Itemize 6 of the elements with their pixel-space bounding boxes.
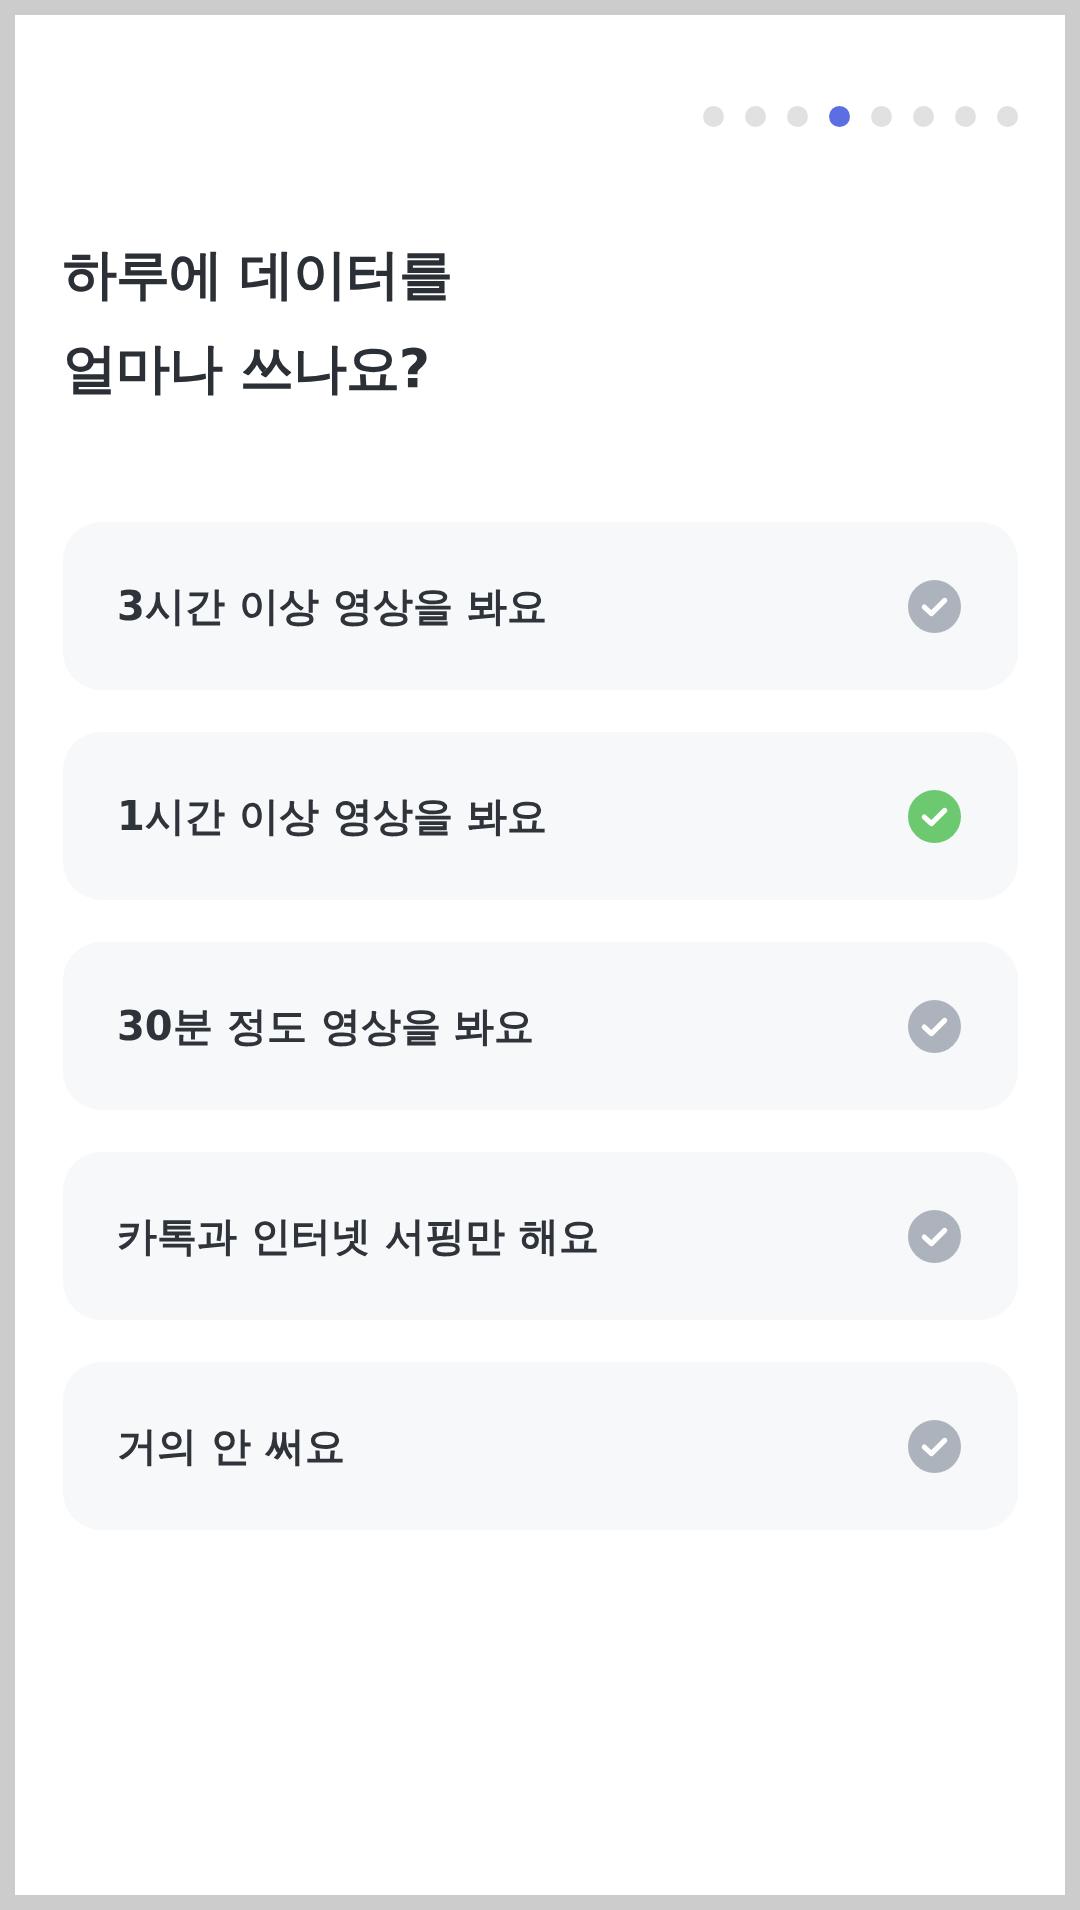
answer-option-button[interactable]: 카톡과 인터넷 서핑만 해요: [63, 1152, 1018, 1320]
answer-option-button[interactable]: 3시간 이상 영상을 봐요: [63, 522, 1018, 690]
answer-option-button[interactable]: 1시간 이상 영상을 봐요: [63, 732, 1018, 900]
answer-option-button[interactable]: 거의 안 써요: [63, 1362, 1018, 1530]
answer-option-button[interactable]: 30분 정도 영상을 봐요: [63, 942, 1018, 1110]
question-title: 하루에 데이터를 얼마나 쓰나요?: [63, 242, 453, 402]
